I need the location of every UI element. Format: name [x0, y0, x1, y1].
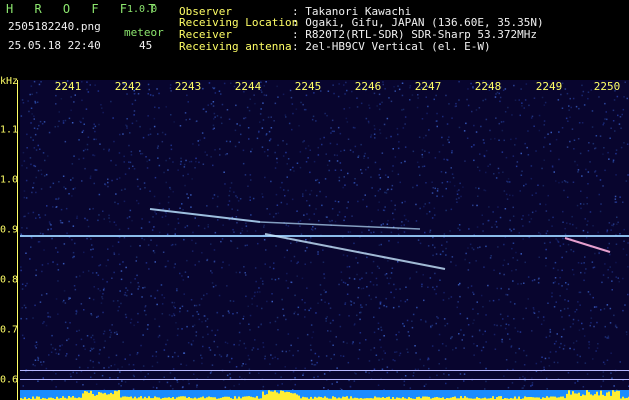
x-tick-label: 2249: [535, 80, 563, 93]
y-tick-label: 0.8: [0, 274, 19, 286]
app-version: 1.0.0: [127, 4, 158, 15]
signal-level-peaks: [20, 390, 629, 400]
meteor-count: 45: [139, 39, 153, 52]
y-axis-unit: kHz: [0, 76, 19, 87]
header-panel: H R O F F T 1.0.0 2505182240.png meteor …: [0, 0, 629, 72]
x-tick-label: 2247: [414, 80, 442, 93]
x-tick-label: 2242: [114, 80, 142, 93]
spectrogram: [20, 80, 629, 390]
meteor-echo-2: [259, 221, 421, 230]
x-tick-label: 2250: [593, 80, 621, 93]
y-tick-label: 1.1: [0, 124, 19, 136]
x-tick-label: 2244: [234, 80, 262, 93]
x-tick-label: 2245: [294, 80, 322, 93]
meteor-label: meteor: [124, 26, 164, 39]
file-datetime: 25.05.18 22:40: [8, 39, 101, 52]
x-tick-label: 2248: [474, 80, 502, 93]
y-tick-label: 0.7: [0, 324, 19, 336]
meteor-traces: [20, 208, 629, 270]
meteor-echo-4: [564, 237, 611, 253]
x-tick-label: 2246: [354, 80, 382, 93]
x-tick-label: 2241: [54, 80, 82, 93]
y-tick-label: 0.9: [0, 224, 19, 236]
signal-level-bar: [20, 390, 629, 400]
x-tick-label: 2243: [174, 80, 202, 93]
threshold-line-upper: [20, 370, 629, 371]
file-name: 2505182240.png: [8, 20, 101, 33]
antenna-label: Receiving antenna: [179, 40, 292, 53]
meteor-echo-3: [264, 233, 446, 270]
meteor-echo-1: [149, 208, 261, 223]
y-tick-label: 1.0: [0, 174, 19, 186]
y-tick-label: 0.6: [0, 374, 19, 386]
antenna-value: : 2el-HB9CV Vertical (el. E-W): [292, 40, 491, 53]
threshold-line-lower: [20, 379, 629, 380]
